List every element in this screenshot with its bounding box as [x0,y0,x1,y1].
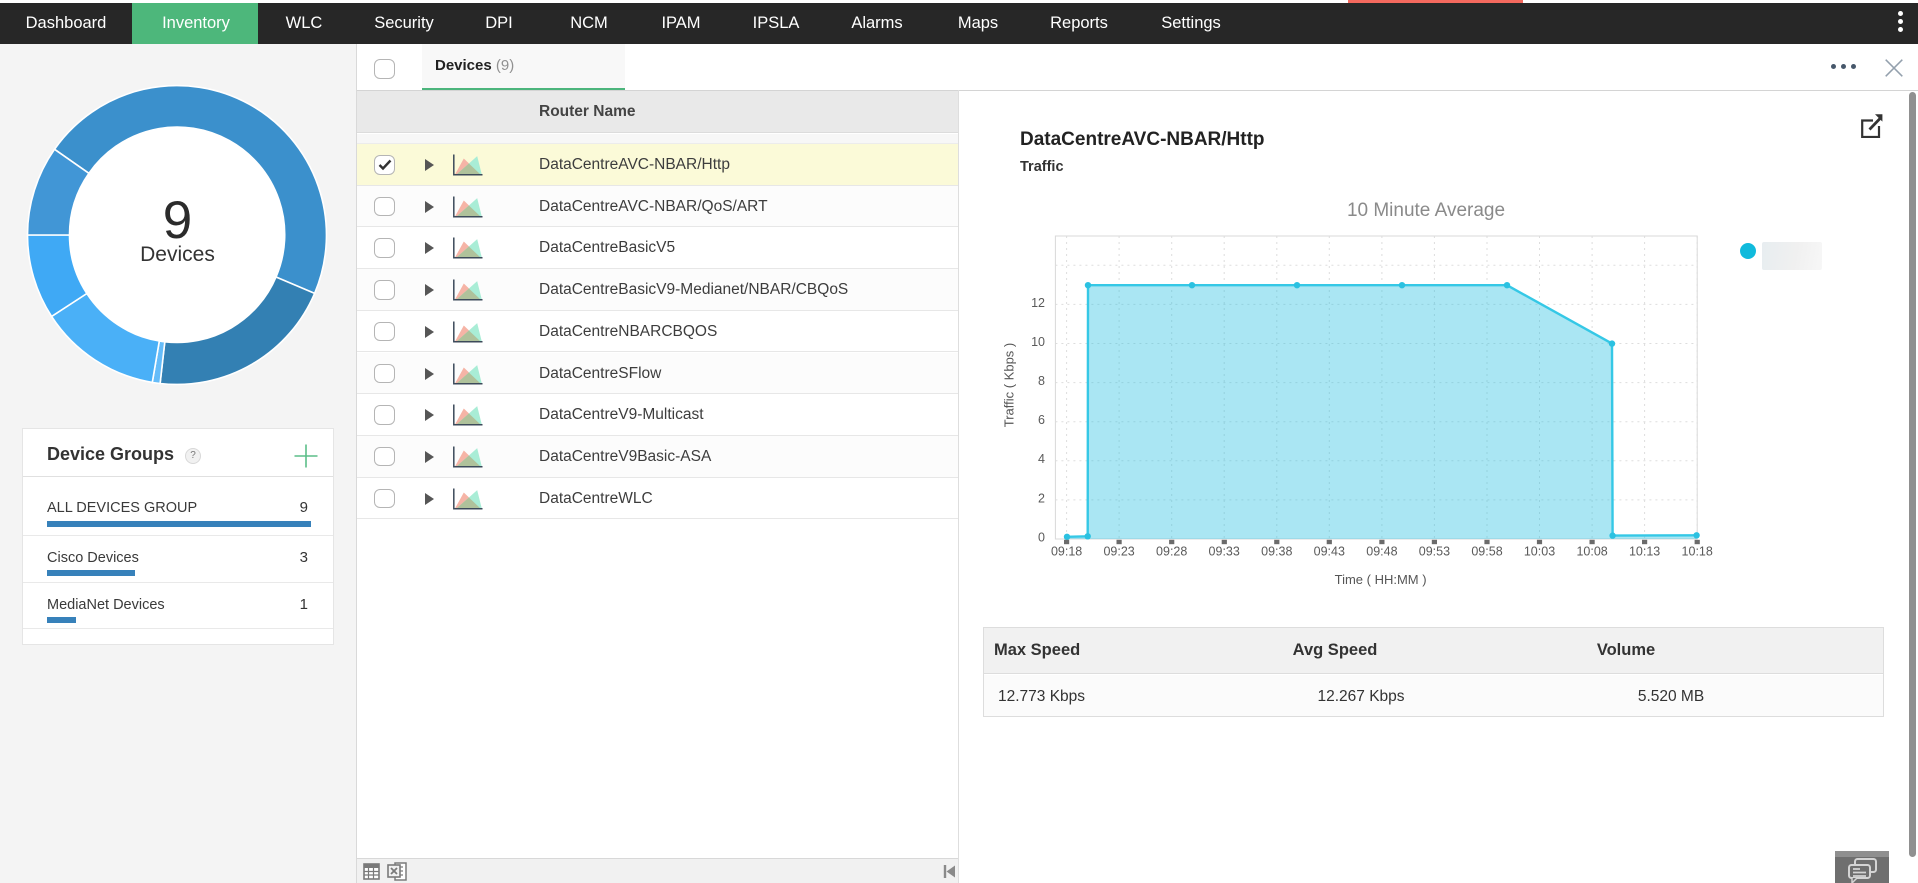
svg-text:0: 0 [1038,530,1045,544]
svg-text:09:58: 09:58 [1471,545,1502,559]
svg-text:09:38: 09:38 [1261,545,1292,559]
svg-text:09:33: 09:33 [1209,545,1240,559]
svg-text:09:18: 09:18 [1051,545,1082,559]
svg-text:12: 12 [1031,296,1045,310]
svg-text:09:43: 09:43 [1314,545,1345,559]
svg-text:Time ( HH:MM ): Time ( HH:MM ) [1335,572,1427,587]
svg-text:Traffic ( Kbps ): Traffic ( Kbps ) [1002,343,1017,428]
svg-text:4: 4 [1038,452,1045,466]
svg-text:09:28: 09:28 [1156,545,1187,559]
svg-text:10:08: 10:08 [1576,545,1607,559]
svg-text:10:03: 10:03 [1524,545,1555,559]
svg-text:09:23: 09:23 [1103,545,1134,559]
svg-text:2: 2 [1038,491,1045,505]
svg-text:10:13: 10:13 [1629,545,1660,559]
svg-text:8: 8 [1038,374,1045,388]
svg-text:09:48: 09:48 [1366,545,1397,559]
svg-text:6: 6 [1038,413,1045,427]
svg-text:09:53: 09:53 [1419,545,1450,559]
svg-text:10: 10 [1031,335,1045,349]
svg-text:10:18: 10:18 [1682,545,1713,559]
